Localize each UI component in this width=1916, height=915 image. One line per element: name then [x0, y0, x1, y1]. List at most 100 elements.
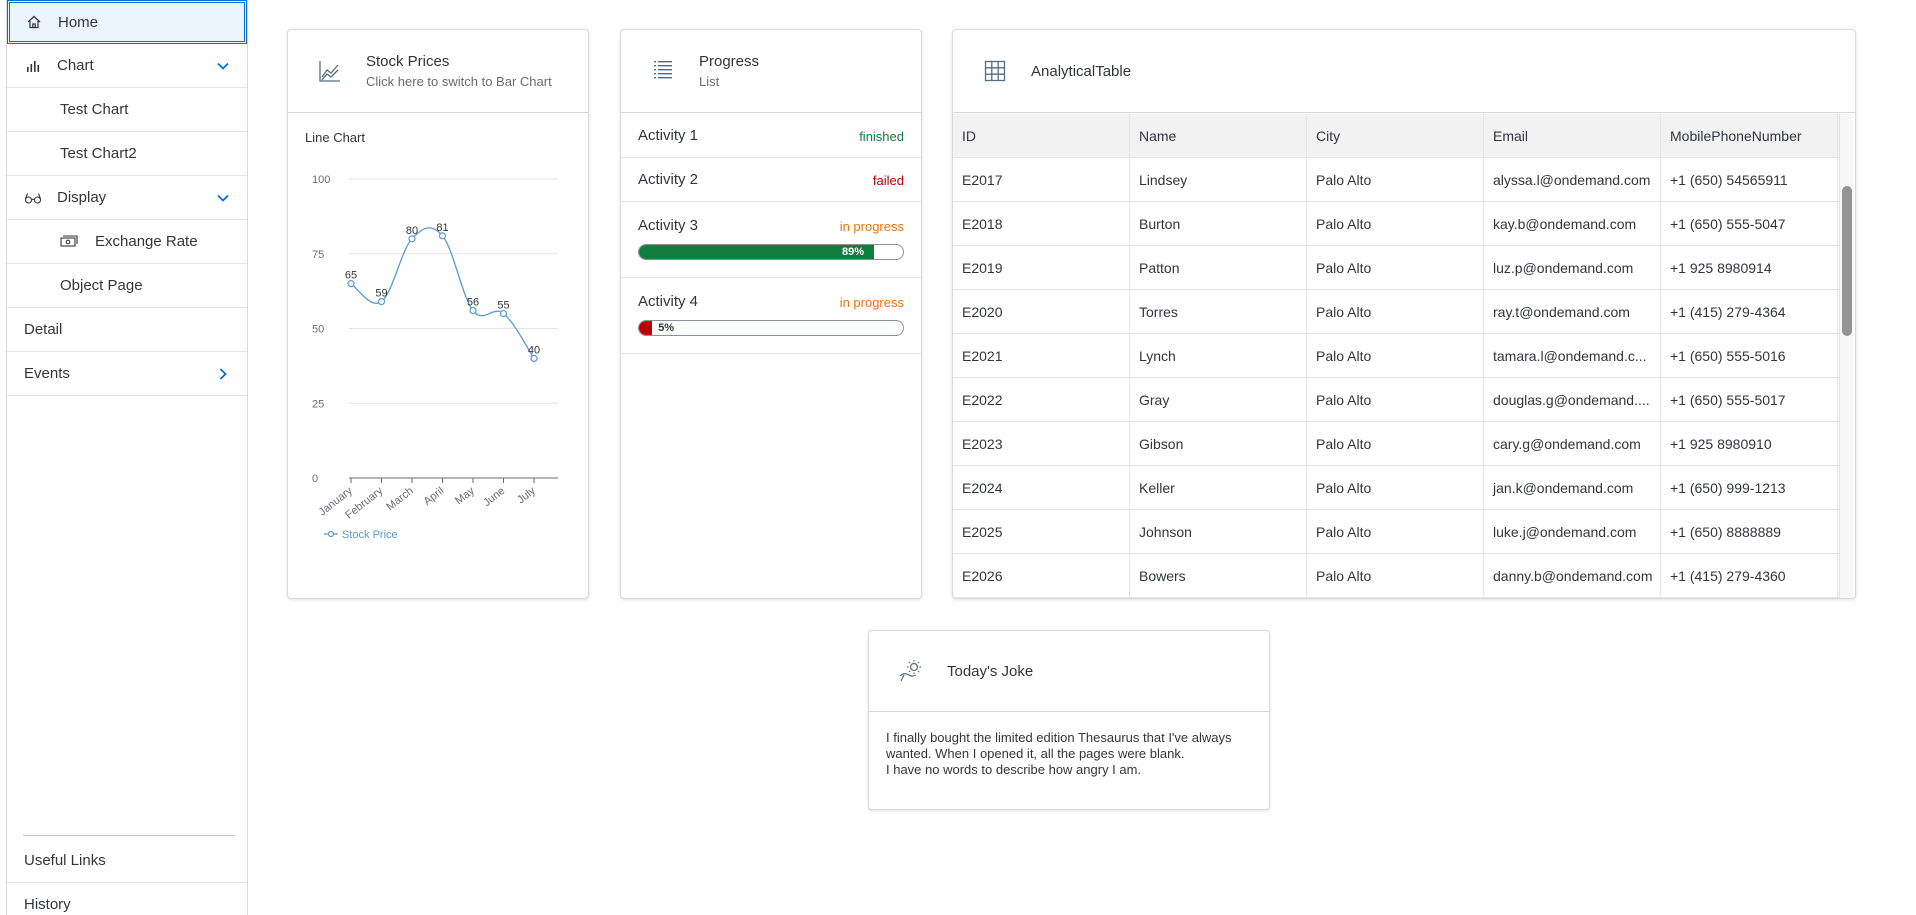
nav-item-test-chart[interactable]: Test Chart [7, 88, 247, 132]
table-row[interactable]: E2025 Johnson Palo Alto luke.j@ondemand.com… [953, 510, 1839, 554]
chevron-down-icon[interactable] [215, 58, 231, 74]
data-label: 56 [467, 297, 479, 309]
table-row[interactable]: E2022 Gray Palo Alto douglas.g@ondemand....… [953, 378, 1839, 422]
cell-name: Keller [1130, 466, 1307, 509]
card-title: Progress [699, 53, 760, 70]
table-scrollbar[interactable] [1839, 114, 1853, 598]
activity-item[interactable]: Activity 3 in progress 89% [621, 202, 921, 278]
activity-item[interactable]: Activity 2 failed [621, 158, 921, 202]
y-tick-label: 0 [312, 473, 318, 485]
table-row[interactable]: E2024 Keller Palo Alto jan.k@ondemand.com +1… [953, 466, 1839, 510]
list-icon [649, 57, 677, 85]
analytical-table-card: AnalyticalTable ID Name City Email Mobil… [952, 29, 1856, 599]
x-tick-label: April [422, 485, 447, 508]
progress-fill [639, 245, 874, 259]
column-header-mobile[interactable]: MobilePhoneNumber [1661, 114, 1838, 157]
cell-name: Torres [1130, 290, 1307, 333]
table-card-header[interactable]: AnalyticalTable [953, 30, 1855, 113]
chevron-right-icon[interactable] [215, 366, 231, 382]
weather-sun-icon [897, 657, 925, 685]
table-header-row: ID Name City Email MobilePhoneNumber [953, 114, 1839, 158]
data-label: 59 [375, 288, 387, 300]
scrollbar-thumb[interactable] [1842, 186, 1852, 336]
card-subtitle: Click here to switch to Bar Chart [366, 74, 552, 89]
cell-city: Palo Alto [1307, 466, 1484, 509]
cell-mobile: +1 (650) 555-5016 [1661, 334, 1838, 377]
nav-item-history[interactable]: History [7, 883, 247, 915]
column-header-city[interactable]: City [1307, 114, 1484, 157]
table-row[interactable]: E2017 Lindsey Palo Alto alyssa.l@ondemand.c… [953, 158, 1839, 202]
table-row[interactable]: E2026 Bowers Palo Alto danny.b@ondemand.com… [953, 554, 1839, 598]
nav-item-label: Chart [57, 57, 94, 74]
joke-text: I finally bought the limited edition The… [886, 730, 1256, 778]
line-chart-svg: Line Chart 0255075100 JanuaryFebruary Mar… [305, 130, 558, 541]
nav-item-exchange-rate[interactable]: Exchange Rate [7, 220, 247, 264]
cell-name: Bowers [1130, 554, 1307, 597]
cell-name: Gray [1130, 378, 1307, 421]
stock-card-header[interactable]: Stock Prices Click here to switch to Bar… [288, 30, 588, 113]
cell-email: alyssa.l@ondemand.com [1484, 158, 1661, 201]
progress-card-header[interactable]: Progress List [621, 30, 921, 113]
activity-item[interactable]: Activity 4 in progress 5% [621, 278, 921, 354]
x-tick-label: May [453, 485, 477, 508]
cell-mobile: +1 (650) 8888889 [1661, 510, 1838, 553]
cell-email: douglas.g@ondemand.... [1484, 378, 1661, 421]
cell-name: Patton [1130, 246, 1307, 289]
cell-city: Palo Alto [1307, 554, 1484, 597]
joke-card-header[interactable]: Today's Joke [869, 631, 1269, 712]
data-label: 40 [528, 344, 540, 356]
progress-value: 5% [658, 322, 675, 334]
cell-city: Palo Alto [1307, 378, 1484, 421]
money-bills-icon [59, 232, 79, 252]
nav-item-home[interactable]: Home [7, 0, 247, 44]
cell-name: Lynch [1130, 334, 1307, 377]
activity-name: Activity 2 [638, 171, 699, 188]
card-title: AnalyticalTable [1031, 62, 1132, 80]
nav-item-chart[interactable]: Chart [7, 44, 247, 88]
activity-status: in progress [839, 295, 904, 310]
cell-name: Lindsey [1130, 158, 1307, 201]
cell-city: Palo Alto [1307, 334, 1484, 377]
card-title: Today's Joke [947, 662, 1034, 680]
progress-indicator: 89% [638, 244, 904, 260]
table-row[interactable]: E2020 Torres Palo Alto ray.t@ondemand.com +1… [953, 290, 1839, 334]
legend-label[interactable]: Stock Price [342, 529, 398, 541]
progress-fill [639, 321, 653, 335]
cell-id: E2019 [953, 246, 1130, 289]
nav-divider [23, 835, 235, 836]
table-row[interactable]: E2019 Patton Palo Alto luz.p@ondemand.com +1… [953, 246, 1839, 290]
progress-card: Progress List Activity 1 finished Activi… [620, 29, 922, 599]
nav-item-label: Test Chart2 [60, 145, 137, 162]
y-tick-label: 100 [312, 174, 330, 186]
data-label: 81 [436, 222, 448, 234]
cell-id: E2026 [953, 554, 1130, 597]
activity-name: Activity 3 [638, 217, 699, 234]
cell-email: jan.k@ondemand.com [1484, 466, 1661, 509]
table-row[interactable]: E2018 Burton Palo Alto kay.b@ondemand.com +1… [953, 202, 1839, 246]
activity-name: Activity 1 [638, 127, 699, 144]
column-header-email[interactable]: Email [1484, 114, 1661, 157]
chevron-down-icon[interactable] [215, 190, 231, 206]
table-row[interactable]: E2021 Lynch Palo Alto tamara.l@ondemand.c..… [953, 334, 1839, 378]
nav-item-useful-links[interactable]: Useful Links [7, 839, 247, 883]
nav-item-events[interactable]: Events [7, 352, 247, 396]
cell-id: E2025 [953, 510, 1130, 553]
cell-email: tamara.l@ondemand.c... [1484, 334, 1661, 377]
nav-item-display[interactable]: Display [7, 176, 247, 220]
cell-email: kay.b@ondemand.com [1484, 202, 1661, 245]
analytical-table: ID Name City Email MobilePhoneNumber E20… [953, 114, 1839, 598]
cell-email: ray.t@ondemand.com [1484, 290, 1661, 333]
x-tick-label: March [384, 485, 415, 513]
nav-item-label: Home [58, 13, 99, 31]
x-tick-label: June [481, 485, 507, 509]
nav-item-label: Test Chart [60, 101, 129, 118]
nav-item-test-chart2[interactable]: Test Chart2 [7, 132, 247, 176]
column-header-id[interactable]: ID [953, 114, 1130, 157]
cell-email: cary.g@ondemand.com [1484, 422, 1661, 465]
activity-status: failed [872, 173, 904, 188]
nav-item-object-page[interactable]: Object Page [7, 264, 247, 308]
table-row[interactable]: E2023 Gibson Palo Alto cary.g@ondemand.com +… [953, 422, 1839, 466]
column-header-name[interactable]: Name [1130, 114, 1307, 157]
activity-item[interactable]: Activity 1 finished [621, 114, 921, 158]
nav-item-detail[interactable]: Detail [7, 308, 247, 352]
